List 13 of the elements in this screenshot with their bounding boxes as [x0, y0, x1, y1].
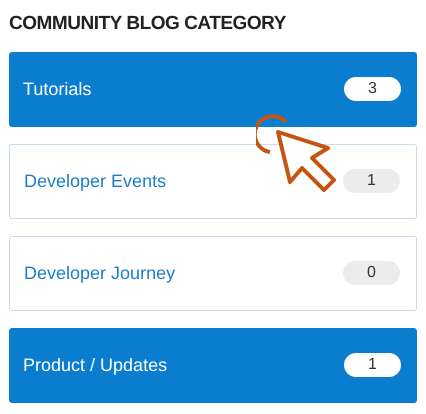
category-item[interactable]: Product / Updates 1	[9, 328, 417, 402]
category-item[interactable]: Tutorials 3	[9, 52, 417, 126]
count-badge: 1	[343, 169, 400, 193]
category-label: Developer Events	[24, 170, 166, 193]
count-badge: 1	[344, 353, 401, 377]
category-label: Tutorials	[23, 78, 92, 100]
count-badge: 0	[343, 261, 400, 285]
count-badge: 3	[344, 77, 401, 101]
category-label: Developer Journey	[24, 262, 176, 285]
category-item[interactable]: Developer Events 1	[9, 144, 417, 218]
category-item[interactable]: Developer Journey 0	[9, 236, 417, 310]
section-heading: COMMUNITY BLOG CATEGORY	[9, 12, 286, 36]
category-label: Product / Updates	[23, 354, 168, 377]
